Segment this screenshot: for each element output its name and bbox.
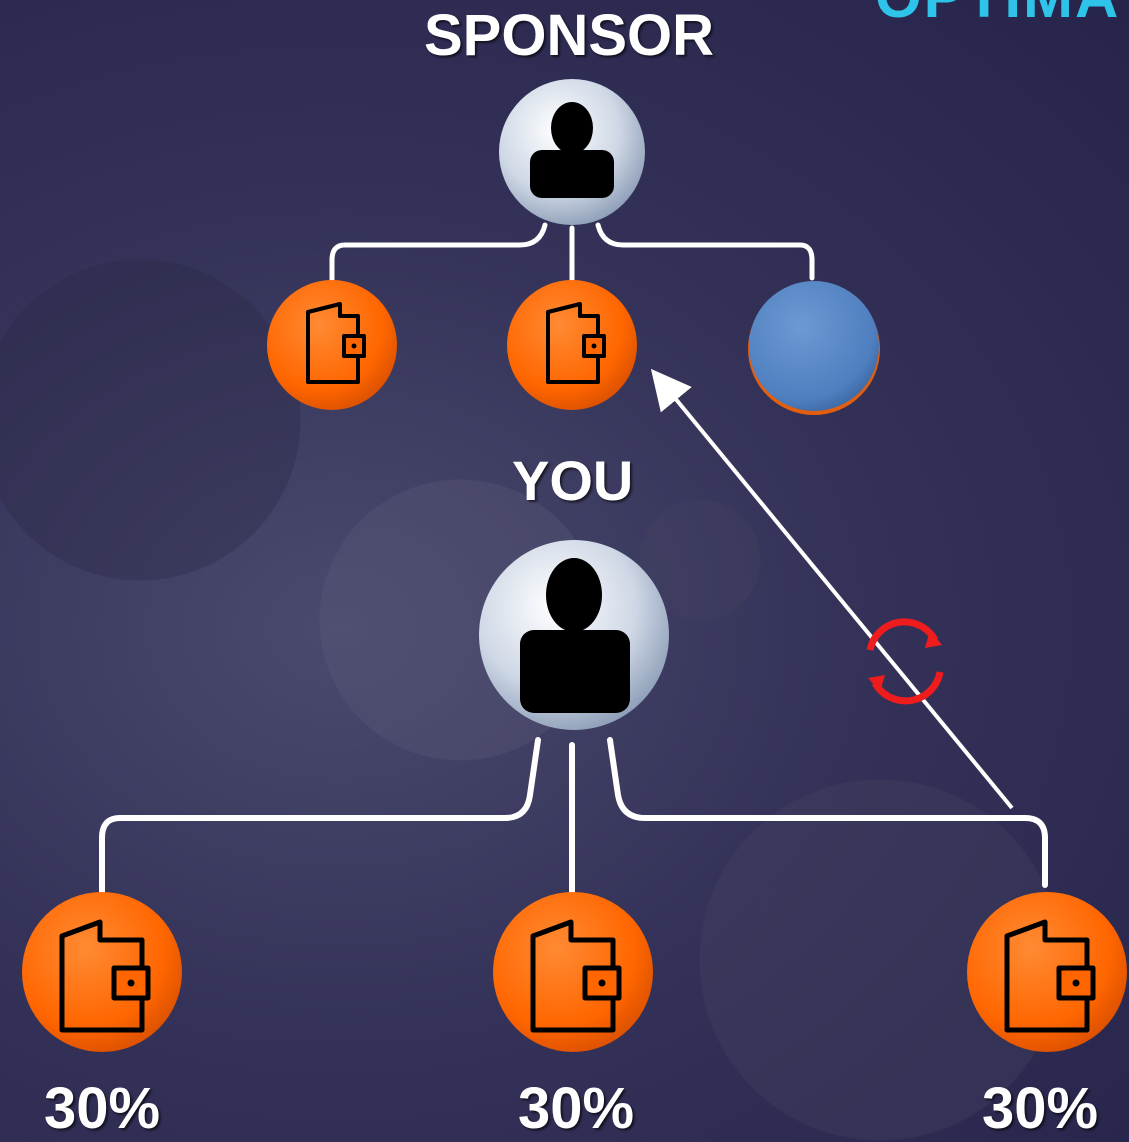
connector-sponsor-right (595, 222, 815, 281)
you-child-center (493, 892, 653, 1052)
refresh-cycle-icon (866, 618, 944, 705)
percent-label-right: 30% (982, 1076, 1099, 1141)
sponsor-child-left (267, 280, 397, 410)
you-node (479, 540, 669, 730)
you-child-right (967, 892, 1127, 1052)
you-label: YOU (512, 449, 634, 512)
roll-up-arrow (650, 368, 1014, 810)
sponsor-child-right-empty (748, 281, 880, 415)
sponsor-connectors (329, 222, 815, 285)
connector-sponsor-left (329, 222, 548, 283)
percent-label-left: 30% (44, 1076, 161, 1141)
you-connectors (99, 737, 1048, 896)
referral-tree-diagram (22, 79, 1127, 1052)
connector-you-left (99, 737, 541, 896)
sponsor-label: SPONSOR (424, 3, 715, 68)
you-child-left (22, 892, 182, 1052)
sponsor-node (499, 79, 645, 225)
sponsor-child-center (507, 280, 637, 410)
percent-label-center: 30% (518, 1076, 635, 1141)
connector-you-right (607, 737, 1048, 888)
